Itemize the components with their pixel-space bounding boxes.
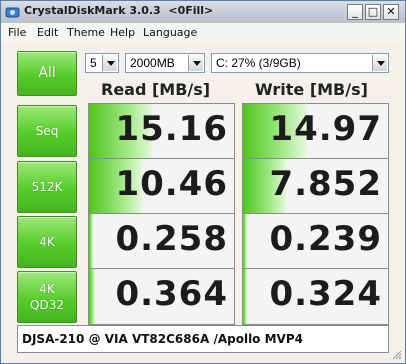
chevron-down-icon[interactable] — [102, 55, 117, 71]
run-all-button[interactable]: All — [17, 51, 77, 96]
maximize-button[interactable]: □ — [365, 4, 381, 20]
4k-qd32-test-button[interactable]: 4K QD32 — [17, 271, 77, 323]
4k-read-value: 0.258 — [115, 219, 228, 259]
4k-read-bar — [89, 214, 94, 269]
menu-theme[interactable]: Theme — [67, 26, 105, 39]
4k-test-button[interactable]: 4K — [17, 216, 77, 268]
menu-language[interactable]: Language — [143, 26, 197, 39]
test-count-value: 5 — [90, 56, 97, 70]
4k-qd32-label-line1: 4K — [39, 282, 55, 296]
4k-write-value: 0.239 — [269, 219, 382, 259]
seq-read-result: 15.16 — [88, 103, 235, 160]
seq-write-result: 14.97 — [242, 103, 389, 160]
test-count-select[interactable]: 5 — [85, 53, 119, 73]
4k-qd32-read-result: 0.364 — [88, 268, 235, 325]
4k-qd32-write-bar — [243, 269, 248, 324]
512k-read-result: 10.46 — [88, 158, 235, 215]
512k-test-button[interactable]: 512K — [17, 161, 77, 213]
chevron-down-icon[interactable] — [188, 55, 203, 71]
4k-qd32-write-value: 0.324 — [269, 274, 382, 314]
4k-qd32-label-line2: QD32 — [30, 298, 64, 312]
4k-qd32-read-bar — [89, 269, 95, 324]
title-bar[interactable]: CrystalDiskMark 3.0.3 <0Fill> _ □ ✕ — [1, 1, 405, 24]
test-size-select[interactable]: 2000MB — [125, 53, 205, 73]
512k-read-value: 10.46 — [115, 164, 228, 204]
window-title: CrystalDiskMark 3.0.3 <0Fill> — [24, 4, 214, 17]
4k-qd32-read-value: 0.364 — [115, 274, 228, 314]
chevron-down-icon[interactable] — [372, 55, 387, 71]
comment-field[interactable]: DJSA-210 @ VIA VT82C686A /Apollo MVP4 — [17, 325, 389, 353]
drive-select[interactable]: C: 27% (3/9GB) — [211, 53, 389, 73]
4k-test-label: 4K — [39, 235, 55, 249]
4k-write-bar — [243, 214, 248, 269]
menu-file[interactable]: File — [8, 26, 26, 39]
seq-test-label: Seq — [35, 124, 59, 138]
menu-edit[interactable]: Edit — [37, 26, 58, 39]
4k-qd32-write-result: 0.324 — [242, 268, 389, 325]
menu-help[interactable]: Help — [110, 26, 135, 39]
app-window: CrystalDiskMark 3.0.3 <0Fill> _ □ ✕ File… — [0, 0, 406, 364]
comment-text: DJSA-210 @ VIA VT82C686A /Apollo MVP4 — [22, 332, 303, 346]
seq-write-value: 14.97 — [269, 109, 382, 149]
disk-app-icon — [5, 7, 20, 18]
seq-read-value: 15.16 — [115, 109, 228, 149]
512k-write-result: 7.852 — [242, 158, 389, 215]
run-all-label: All — [38, 65, 56, 81]
test-size-value: 2000MB — [130, 56, 175, 70]
drive-value: C: 27% (3/9GB) — [216, 56, 301, 70]
resize-grip-icon[interactable] — [390, 348, 402, 360]
minimize-button[interactable]: _ — [347, 4, 363, 20]
4k-write-result: 0.239 — [242, 213, 389, 270]
4k-read-result: 0.258 — [88, 213, 235, 270]
close-button[interactable]: ✕ — [383, 4, 399, 20]
512k-test-label: 512K — [31, 180, 63, 194]
read-header: Read [MB/s] — [101, 80, 211, 99]
seq-test-button[interactable]: Seq — [17, 105, 77, 157]
512k-write-value: 7.852 — [269, 164, 382, 204]
menu-bar: File Edit Theme Help Language — [1, 23, 405, 42]
write-header: Write [MB/s] — [255, 80, 368, 99]
